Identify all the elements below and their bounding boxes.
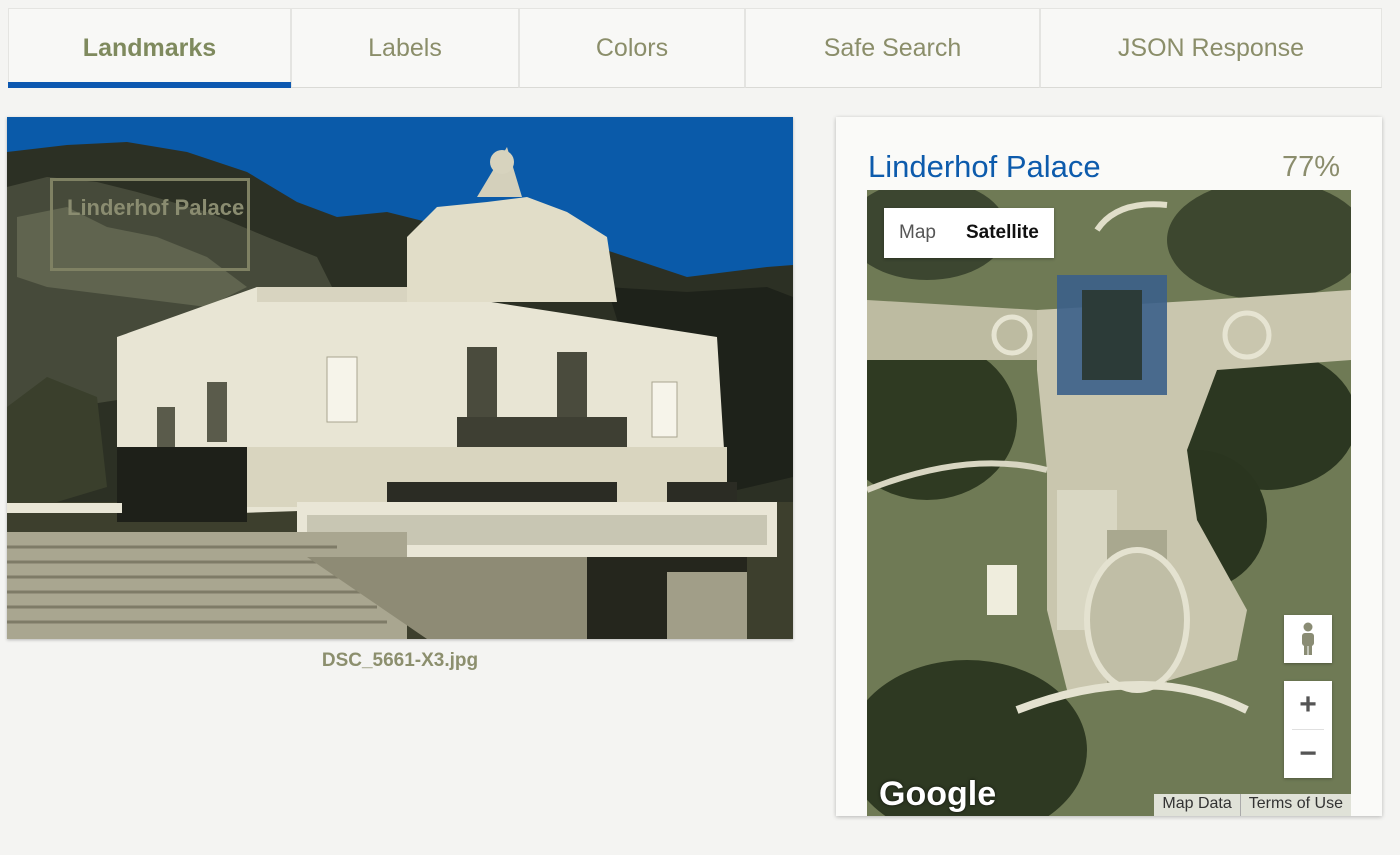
tab-json-response[interactable]: JSON Response: [1040, 8, 1382, 88]
zoom-out-button[interactable]: −: [1284, 730, 1332, 778]
active-tab-indicator: [8, 82, 291, 88]
tab-landmarks[interactable]: Landmarks: [8, 8, 291, 88]
tab-safe-search-label: Safe Search: [823, 33, 962, 62]
image-filename: DSC_5661-X3.jpg: [321, 650, 479, 671]
satellite-imagery: [867, 190, 1351, 816]
tab-landmarks-label: Landmarks: [82, 33, 217, 62]
landmark-bounding-box: Linderhof Palace: [50, 178, 250, 271]
analyzed-photo: Linderhof Palace: [7, 117, 793, 639]
satellite-map[interactable]: Map Satellite + − Google Map Data Terms …: [867, 190, 1351, 816]
landmark-box-label: Linderhof Palace: [67, 195, 245, 220]
google-logo: Google: [879, 775, 997, 813]
tab-json-response-label: JSON Response: [1117, 33, 1305, 62]
map-data-link[interactable]: Map Data: [1154, 794, 1239, 816]
map-type-satellite-button[interactable]: Satellite: [951, 208, 1054, 258]
map-type-map-button[interactable]: Map: [884, 208, 951, 258]
tab-colors-label: Colors: [595, 33, 669, 62]
landmark-card: Linderhof Palace 77% Map Satellite + − G…: [836, 117, 1382, 816]
map-footer: Map Data Terms of Use: [1154, 794, 1351, 816]
landmark-name: Linderhof Palace: [868, 149, 1101, 184]
map-type-control: Map Satellite: [884, 208, 1054, 258]
street-view-pegman-icon[interactable]: [1284, 615, 1332, 663]
zoom-control: + −: [1284, 681, 1332, 778]
zoom-in-button[interactable]: +: [1284, 681, 1332, 729]
terms-of-use-link[interactable]: Terms of Use: [1239, 794, 1351, 816]
tab-labels-label: Labels: [368, 33, 442, 62]
tab-labels[interactable]: Labels: [291, 8, 519, 88]
landmark-score: 77%: [1281, 151, 1340, 183]
tab-bar: Landmarks Labels Colors Safe Search JSON…: [8, 8, 1382, 88]
tab-colors[interactable]: Colors: [519, 8, 745, 88]
tab-safe-search[interactable]: Safe Search: [745, 8, 1040, 88]
